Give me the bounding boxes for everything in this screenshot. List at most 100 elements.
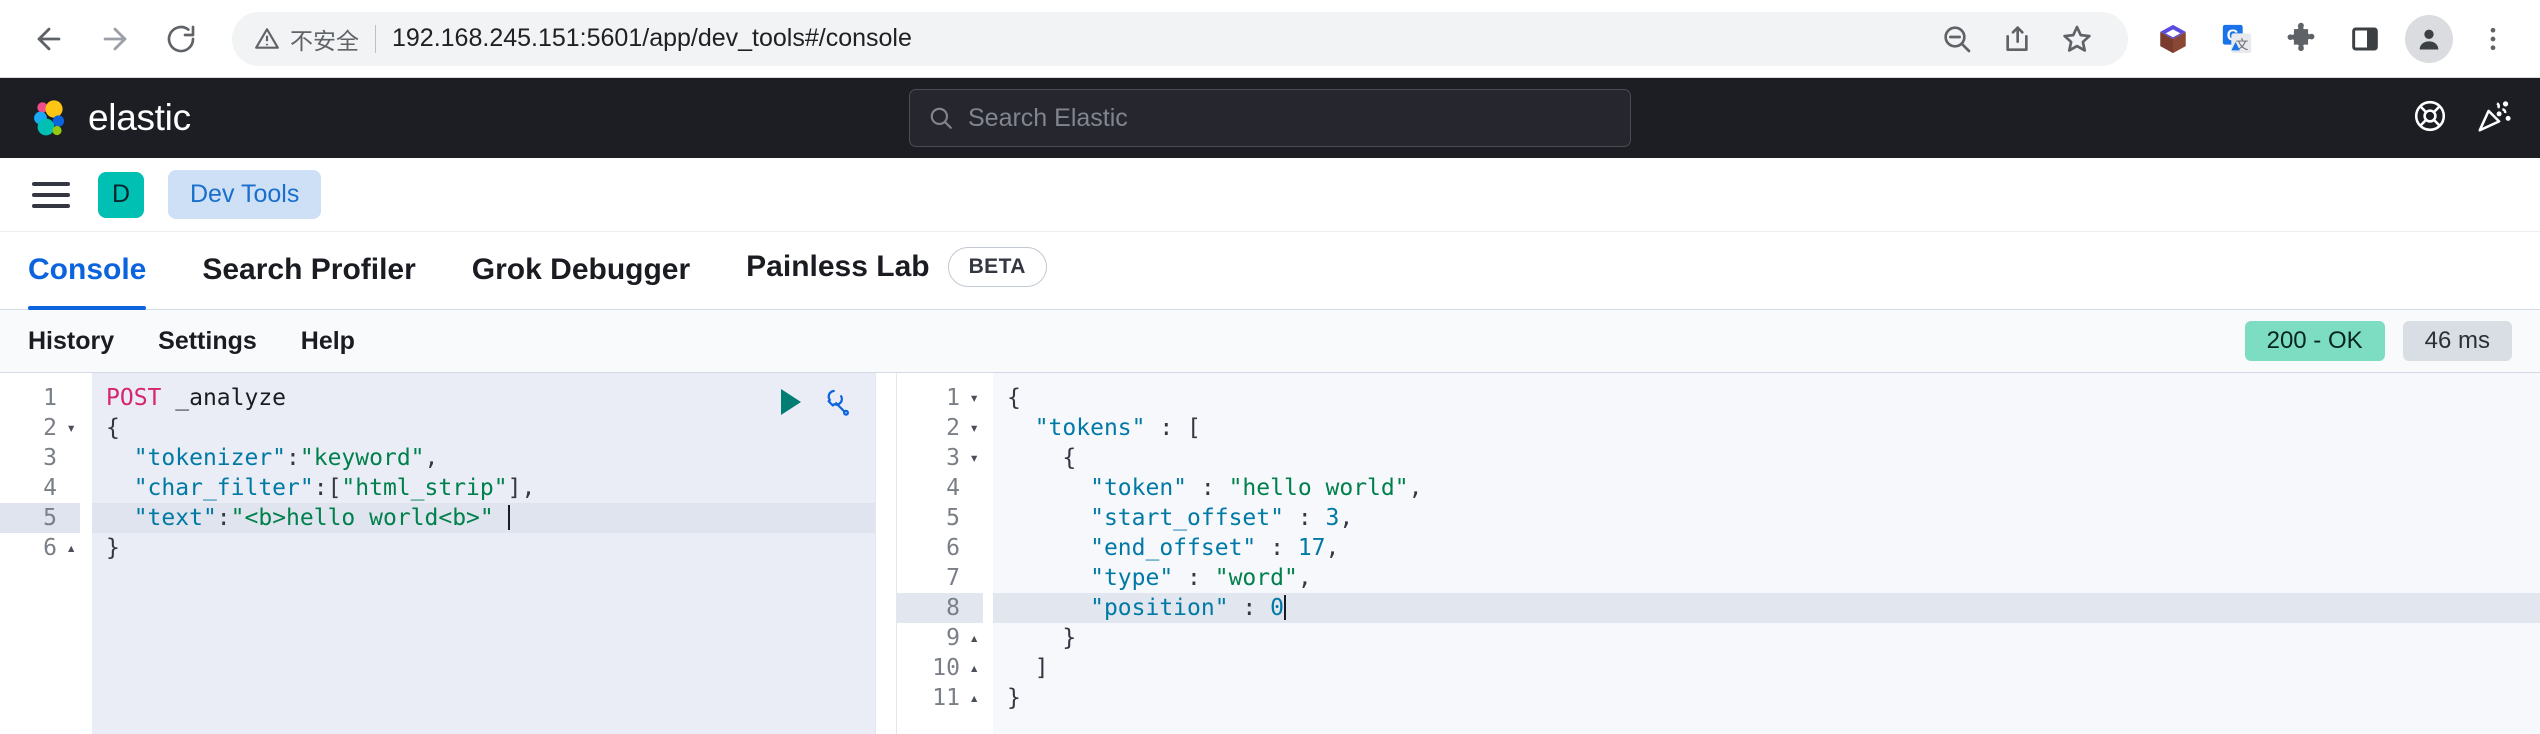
gutter-line: 11 ▴ bbox=[932, 685, 979, 711]
request-gutter: 1 2 ▾ 3 4 5 6 ▴ bbox=[0, 373, 92, 734]
header-actions bbox=[2412, 98, 2512, 139]
code-line: "start_offset" : 3, bbox=[1090, 505, 1354, 531]
gutter-line: 2 ▾ bbox=[43, 415, 76, 441]
tab-search-profiler-label: Search Profiler bbox=[202, 253, 416, 286]
omnibox-divider bbox=[375, 24, 376, 53]
code-line: } bbox=[106, 535, 120, 561]
browser-toolbar: 不安全 192.168.245.151:5601/app/dev_tools#/… bbox=[0, 0, 2540, 78]
gutter-line: 3 ▾ bbox=[946, 445, 979, 471]
text-cursor bbox=[1283, 595, 1286, 620]
elastic-brand[interactable]: elastic bbox=[28, 96, 191, 140]
url-text: 192.168.245.151:5601/app/dev_tools#/cons… bbox=[392, 24, 912, 52]
gutter-line: 10 ▴ bbox=[932, 655, 979, 681]
breadcrumb-item-dev-tools[interactable]: Dev Tools bbox=[168, 170, 322, 219]
history-button[interactable]: History bbox=[28, 327, 114, 356]
gutter-line: 4 bbox=[946, 475, 960, 501]
tab-grok-debugger[interactable]: Grok Debugger bbox=[444, 253, 718, 309]
share-icon[interactable] bbox=[1988, 10, 2046, 68]
tab-painless-lab-label: Painless Lab bbox=[746, 250, 930, 283]
response-status-group: 200 - OK 46 ms bbox=[2244, 321, 2512, 361]
request-editor-pane[interactable]: 1 2 ▾ 3 4 5 6 ▴ POST _analyze { "tokenizer":"key… bbox=[0, 373, 875, 734]
brand-name: elastic bbox=[88, 97, 191, 138]
code-line: "type" : "word", bbox=[1090, 565, 1312, 591]
status-badge: 200 - OK bbox=[2244, 321, 2385, 361]
settings-button[interactable]: Settings bbox=[158, 327, 257, 356]
omnibox-actions bbox=[1928, 10, 2106, 68]
code-line: { bbox=[106, 415, 120, 441]
bookmark-star-icon[interactable] bbox=[2048, 10, 2106, 68]
browser-extension-icons: G 文 bbox=[2144, 10, 2522, 68]
code-line: "tokenizer":"keyword", bbox=[133, 445, 439, 471]
gutter-line: 5 bbox=[946, 505, 960, 531]
editor-splitter[interactable] bbox=[875, 373, 897, 734]
fold-toggle-icon[interactable]: ▴ bbox=[967, 630, 979, 646]
global-search-input[interactable]: Search Elastic bbox=[909, 89, 1631, 147]
console-toolbar: History Settings Help 200 - OK 46 ms bbox=[0, 310, 2540, 372]
address-bar[interactable]: 不安全 192.168.245.151:5601/app/dev_tools#/… bbox=[232, 10, 2128, 68]
code-line: } bbox=[1062, 625, 1077, 651]
reload-button[interactable] bbox=[150, 8, 212, 70]
send-request-play-icon[interactable] bbox=[781, 389, 801, 415]
wrench-settings-icon[interactable] bbox=[823, 387, 853, 417]
gutter-line: 8 bbox=[897, 593, 983, 623]
fold-toggle-icon[interactable]: ▾ bbox=[967, 420, 979, 436]
search-icon bbox=[930, 107, 952, 129]
three-dot-menu-icon[interactable] bbox=[2464, 10, 2522, 68]
tab-console[interactable]: Console bbox=[28, 253, 174, 310]
tab-search-profiler[interactable]: Search Profiler bbox=[174, 253, 443, 309]
fold-toggle-icon[interactable]: ▴ bbox=[967, 660, 979, 676]
gutter-line: 2 ▾ bbox=[946, 415, 979, 441]
gutter-line: 7 bbox=[946, 565, 960, 591]
console-editor-area: 1 2 ▾ 3 4 5 6 ▴ POST _analyze{ "tokenizer":"key… bbox=[0, 372, 2540, 734]
gutter-line: 6 bbox=[946, 535, 960, 561]
code-line: "text":"<b>hello world<b>" bbox=[92, 503, 875, 533]
response-gutter: 1 ▾ 2 ▾ 3 ▾ 4 5 6 7 8 9 ▴ 10 ▴ 11 ▴ bbox=[897, 373, 993, 734]
fold-toggle-icon[interactable]: ▾ bbox=[64, 420, 76, 436]
code-line: "char_filter":["html_strip"], bbox=[133, 475, 536, 501]
code-line: } bbox=[1007, 685, 1021, 711]
elastic-cluster-logo bbox=[34, 100, 65, 136]
code-line: POST _analyze bbox=[106, 385, 287, 411]
response-editor-pane[interactable]: 1 ▾ 2 ▾ 3 ▾ 4 5 6 7 8 9 ▴ 10 ▴ 11 ▴ { "tokens" : [ { "to… bbox=[897, 373, 2540, 734]
gutter-line: 5 bbox=[0, 503, 80, 533]
tab-grok-debugger-label: Grok Debugger bbox=[471, 253, 691, 286]
request-code[interactable]: POST _analyze { "tokenizer":"keyword", "c… bbox=[92, 373, 875, 734]
request-actions bbox=[781, 387, 853, 417]
zoom-out-icon[interactable] bbox=[1928, 10, 1986, 68]
fold-toggle-icon[interactable]: ▴ bbox=[64, 540, 76, 556]
code-line: "end_offset" : 17, bbox=[1090, 535, 1340, 561]
fold-toggle-icon[interactable]: ▾ bbox=[967, 450, 979, 466]
help-button[interactable]: Help bbox=[301, 327, 355, 356]
lifebuoy-help-icon[interactable] bbox=[2412, 98, 2448, 139]
breadcrumb: D Dev Tools bbox=[0, 158, 2540, 232]
code-line: { bbox=[1007, 385, 1021, 411]
back-button[interactable] bbox=[18, 8, 80, 70]
global-search-placeholder: Search Elastic bbox=[968, 103, 1128, 132]
space-avatar[interactable]: D bbox=[98, 171, 144, 218]
gutter-line: 3 bbox=[43, 445, 57, 471]
dev-tools-tabs: Console Search Profiler Grok Debugger Pa… bbox=[0, 232, 2540, 310]
gutter-line: 9 ▴ bbox=[946, 625, 979, 651]
google-translate-icon[interactable]: G 文 bbox=[2208, 10, 2266, 68]
security-indicator[interactable]: 不安全 bbox=[254, 22, 359, 56]
code-line: "token" : "hello world", bbox=[1090, 475, 1423, 501]
forward-button[interactable] bbox=[84, 8, 146, 70]
security-label: 不安全 bbox=[290, 27, 359, 54]
hamburger-menu-icon[interactable] bbox=[28, 172, 74, 218]
code-line: "tokens" : [ bbox=[1034, 415, 1201, 441]
party-popper-news-icon[interactable] bbox=[2476, 98, 2512, 139]
fold-toggle-icon[interactable]: ▾ bbox=[967, 390, 979, 406]
warning-triangle-icon bbox=[255, 27, 279, 49]
puzzle-extensions-icon[interactable] bbox=[2272, 10, 2330, 68]
text-cursor bbox=[507, 505, 510, 530]
cube-extension-icon[interactable] bbox=[2144, 10, 2202, 68]
gutter-line: 4 bbox=[43, 475, 57, 501]
tab-painless-lab[interactable]: Painless Lab BETA bbox=[718, 247, 1075, 309]
beta-badge: BETA bbox=[947, 247, 1047, 287]
code-line: { bbox=[1062, 445, 1077, 471]
side-panel-icon[interactable] bbox=[2336, 10, 2394, 68]
code-line: "position" : 0 bbox=[993, 593, 2540, 623]
profile-avatar-icon[interactable] bbox=[2400, 10, 2458, 68]
response-code[interactable]: { "tokens" : [ { "token" : "hello world"… bbox=[993, 373, 2540, 734]
fold-toggle-icon[interactable]: ▴ bbox=[967, 690, 979, 706]
